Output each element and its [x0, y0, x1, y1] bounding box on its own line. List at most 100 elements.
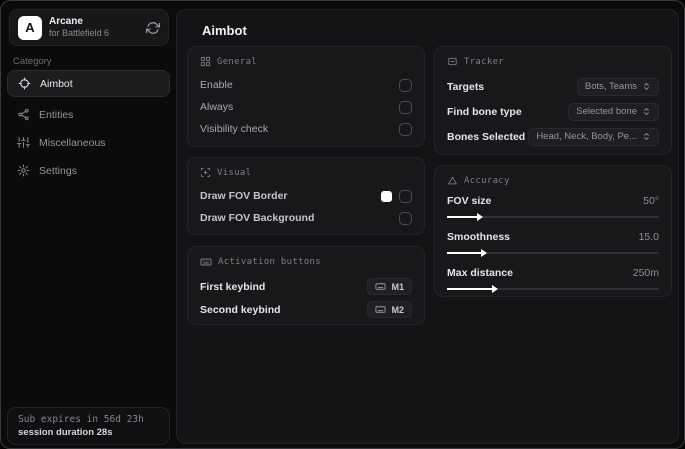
second-keybind-label: Second keybind: [200, 303, 281, 316]
max-distance-slider[interactable]: [447, 284, 659, 293]
first-keybind-value: M1: [391, 281, 404, 292]
max-distance-value: 250m: [632, 266, 659, 279]
targets-value: Bots, Teams: [584, 81, 637, 92]
sidebar-item-label: Miscellaneous: [39, 136, 106, 149]
accuracy-card-title: Accuracy: [464, 175, 510, 186]
keyboard-icon: [375, 281, 387, 292]
keyboard-icon: [375, 304, 387, 315]
accuracy-row-fov-size: FOV size 50°: [447, 193, 659, 221]
visual-card-header: Visual: [200, 167, 412, 178]
visual-row-fov-background: Draw FOV Background: [200, 207, 412, 229]
max-distance-label: Max distance: [447, 266, 513, 279]
fov-size-header: FOV size 50°: [447, 193, 659, 208]
keyboard-icon: [200, 256, 212, 268]
find-bone-type-dropdown[interactable]: Selected bone: [568, 102, 659, 121]
general-row-enable: Enable: [200, 74, 412, 96]
app-name: Arcane: [49, 15, 83, 27]
tracker-row-targets: Targets Bots, Teams: [447, 74, 659, 99]
category-label: Category: [13, 56, 52, 67]
smoothness-label: Smoothness: [447, 230, 511, 243]
grid-icon: [200, 56, 211, 67]
refresh-icon[interactable]: [146, 21, 160, 35]
activation-row-first: First keybind M1: [200, 275, 412, 298]
visual-card: Visual Draw FOV Border Draw FOV Backgrou…: [187, 157, 425, 235]
unfold-icon: [642, 82, 651, 91]
sub-expires-text: Sub expires in 56d 23h: [18, 414, 144, 425]
subscription-card: Sub expires in 56d 23h session duration …: [7, 407, 170, 445]
draw-fov-border-label: Draw FOV Border: [200, 190, 288, 202]
general-card-header: General: [200, 56, 412, 67]
general-row-visibility: Visibility check: [200, 118, 412, 140]
tracker-card-title: Tracker: [464, 56, 505, 67]
app-header: A Arcane for Battlefield 6: [9, 9, 169, 46]
tracker-row-bone-type: Find bone type Selected bone: [447, 99, 659, 124]
enable-checkbox[interactable]: [399, 78, 412, 92]
sidebar-item-label: Aimbot: [40, 77, 73, 90]
bones-selected-value: Head, Neck, Body, Pe...: [536, 131, 637, 142]
tracker-card-header: Tracker: [447, 56, 659, 67]
box-minus-icon: [447, 56, 458, 67]
sidebar-item-entities[interactable]: Entities: [7, 101, 170, 128]
fov-size-slider[interactable]: [447, 212, 659, 221]
gear-icon: [17, 164, 30, 177]
activation-row-second: Second keybind M2: [200, 298, 412, 321]
sidebar-item-miscellaneous[interactable]: Miscellaneous: [7, 129, 170, 156]
crosshair-icon: [18, 77, 31, 90]
slider-thumb[interactable]: [491, 284, 498, 293]
visibility-check-checkbox[interactable]: [399, 122, 412, 136]
targets-label: Targets: [447, 80, 485, 93]
draw-fov-background-label: Draw FOV Background: [200, 212, 315, 224]
page-title: Aimbot: [202, 23, 247, 38]
bones-selected-label: Bones Selected: [447, 130, 526, 143]
smoothness-value: 15.0: [638, 230, 659, 243]
triangle-icon: [447, 175, 458, 186]
always-checkbox[interactable]: [399, 100, 412, 114]
accuracy-card: Accuracy FOV size 50° Smoothness 15.0 Ma…: [434, 165, 672, 297]
accuracy-row-max-distance: Max distance 250m: [447, 265, 659, 293]
unfold-icon: [642, 107, 651, 116]
accuracy-card-header: Accuracy: [447, 175, 659, 186]
fov-size-value: 50°: [643, 194, 659, 207]
targets-dropdown[interactable]: Bots, Teams: [576, 77, 659, 96]
always-label: Always: [200, 101, 234, 113]
draw-fov-background-checkbox[interactable]: [399, 211, 412, 225]
app-subtitle: for Battlefield 6: [49, 28, 110, 39]
main-panel: Aimbot General Enable Always Visibility …: [176, 9, 679, 444]
enable-label: Enable: [200, 79, 233, 91]
bones-selected-dropdown[interactable]: Head, Neck, Body, Pe...: [528, 127, 659, 146]
general-card-title: General: [217, 56, 258, 67]
second-keybind-value: M2: [391, 304, 404, 315]
sidebar-item-label: Settings: [39, 164, 77, 177]
slider-thumb[interactable]: [481, 248, 488, 257]
max-distance-header: Max distance 250m: [447, 265, 659, 280]
visibility-check-label: Visibility check: [200, 123, 269, 135]
nodes-icon: [17, 108, 30, 121]
app-window: A Arcane for Battlefield 6 Category Aimb…: [0, 0, 685, 449]
smoothness-slider[interactable]: [447, 248, 659, 257]
fov-border-controls: [381, 189, 412, 203]
visual-row-fov-border: Draw FOV Border: [200, 185, 412, 207]
tracker-row-bones-selected: Bones Selected Head, Neck, Body, Pe...: [447, 124, 659, 149]
second-keybind-button[interactable]: M2: [367, 301, 412, 318]
general-row-always: Always: [200, 96, 412, 118]
slider-thumb[interactable]: [476, 212, 483, 221]
first-keybind-label: First keybind: [200, 280, 266, 293]
draw-fov-border-checkbox[interactable]: [399, 189, 412, 203]
unfold-icon: [642, 132, 651, 141]
activation-card-header: Activation buttons: [200, 256, 412, 268]
sidebar-item-aimbot[interactable]: Aimbot: [7, 70, 170, 97]
find-bone-type-value: Selected bone: [576, 106, 637, 117]
fov-border-color-swatch[interactable]: [381, 190, 392, 202]
session-duration-text: session duration 28s: [18, 427, 113, 438]
sliders-icon: [17, 136, 30, 149]
first-keybind-button[interactable]: M1: [367, 278, 412, 295]
sidebar-item-settings[interactable]: Settings: [7, 157, 170, 184]
sidebar-item-label: Entities: [39, 108, 74, 121]
accuracy-row-smoothness: Smoothness 15.0: [447, 229, 659, 257]
app-logo: A: [18, 15, 42, 40]
slider-fill: [447, 215, 479, 218]
fov-size-label: FOV size: [447, 194, 492, 207]
activation-card: Activation buttons First keybind M1 Seco…: [187, 246, 425, 325]
activation-card-title: Activation buttons: [218, 257, 321, 267]
smoothness-header: Smoothness 15.0: [447, 229, 659, 244]
